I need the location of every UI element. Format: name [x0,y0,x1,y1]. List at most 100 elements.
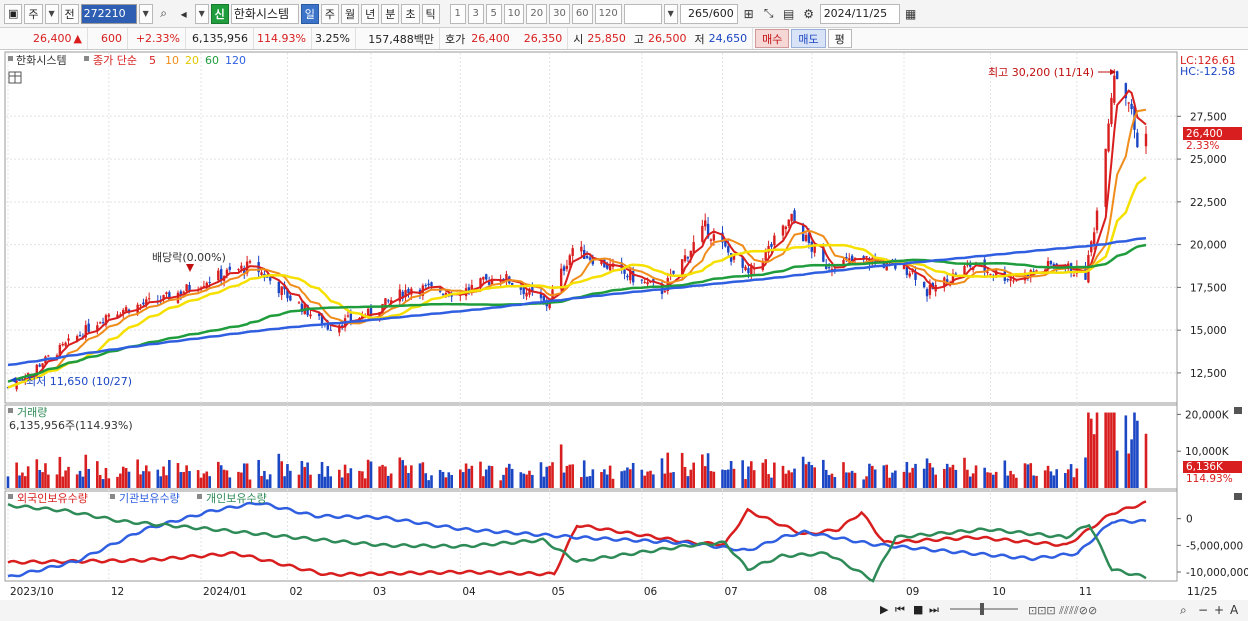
price-tick-label: 22,500 [1190,197,1227,209]
volume-bar [545,466,549,488]
volume-bar [827,475,831,488]
magnifier-icon[interactable]: ⌕ [1180,603,1187,617]
tab-period-week[interactable]: 주 [320,3,340,24]
volume-bar [830,473,834,488]
candle-body [1136,132,1139,148]
candle-body [525,292,528,297]
legend-ma10: 10 [165,54,179,67]
stock-code-input[interactable]: 272210 [80,3,137,24]
candle-body [441,293,445,295]
credit-badge: 신 [210,3,229,24]
custom-interval-input[interactable] [623,3,662,24]
candle-body [1104,148,1107,207]
prev-button[interactable]: 전 [60,3,79,24]
volume-bar [931,467,935,488]
holdings-marker-icon [197,494,202,499]
volume-tick-label: 20,000K [1185,409,1230,421]
bar-count-field[interactable]: 265/600 [679,3,738,24]
zoom-in-icon[interactable]: + [1214,603,1224,617]
scroll-right-icon[interactable]: ▶ [880,603,889,616]
scroll-first-icon[interactable]: ⏮ [895,603,905,616]
interval-button-20[interactable]: 20 [526,3,548,24]
period-select[interactable]: 주 [24,3,43,24]
interval-button-30[interactable]: 30 [549,3,570,24]
interval-button-10[interactable]: 10 [503,3,525,24]
eval-button[interactable]: 평 [827,29,852,48]
interval-button-60[interactable]: 60 [571,3,593,24]
sell-button[interactable]: 매도 [791,29,826,48]
high-label: 고 [633,32,644,46]
candle-body [280,286,283,296]
chart-zoom-icon[interactable]: ⊞ [740,4,758,24]
buy-button[interactable]: 매수 [755,29,790,48]
calendar-icon[interactable]: ▦ [902,4,920,24]
volume-bar [1009,470,1012,488]
x-tick-label: 04 [462,586,476,598]
volume-bar [386,475,390,488]
volume-bar [770,477,773,488]
speaker-dropdown-icon[interactable]: ▼ [194,3,209,24]
search-icon[interactable]: ⌕ [155,4,173,24]
code-dropdown-icon[interactable]: ▼ [138,3,153,24]
volume-bar [15,462,18,488]
volume-bar [922,468,926,488]
chart-window-icon[interactable]: ▣ [4,3,23,24]
volume-bar [605,474,609,488]
draw-tool-icon[interactable]: ⤡ [760,4,778,24]
volume-bar [842,462,845,488]
volume-ratio: 114.93% [254,28,312,49]
volume-bar [182,471,186,488]
save-icon[interactable]: ▤ [780,4,798,24]
candle-body [47,355,50,357]
volume-bar [410,465,413,488]
volume-bar [430,475,433,488]
candle-body [467,287,471,291]
top-toolbar: ▣ 주 ▼ 전 272210 ▼ ⌕ ◂ ▼ 신 한화시스템 일 주 월 년 분… [0,0,1248,28]
interval-button-120[interactable]: 120 [594,3,622,24]
candle-body [482,276,485,280]
interval-dropdown-icon[interactable]: ▼ [663,3,678,24]
candle-body [571,248,574,256]
open-label: 시 [573,32,584,46]
candle-body [124,307,128,312]
volume-bar [1113,412,1116,488]
date-field[interactable]: 2024/11/25 [819,3,900,24]
scroll-last-icon[interactable]: ⏭ [929,603,939,616]
zoom-out-icon[interactable]: − [1198,603,1208,617]
volume-bar [945,463,949,488]
stop-icon[interactable]: ■ [913,603,923,616]
tool-icons[interactable]: ⊡⊡⊡ ⫽⫽⫽⫽⊘⊘ [1028,604,1097,617]
price-tick-label: 27,500 [1190,111,1227,123]
tab-period-minute[interactable]: 분 [381,3,400,24]
holdings-panel-close-icon[interactable] [1234,493,1242,500]
volume-bar [263,470,266,488]
speaker-icon[interactable]: ◂ [175,4,193,24]
interval-button-3[interactable]: 3 [467,3,484,24]
volume-bar [853,472,857,488]
tab-period-month[interactable]: 월 [341,3,360,24]
tab-period-tick[interactable]: 틱 [421,3,440,24]
volume-bar [908,472,912,488]
candle-body [1127,102,1130,104]
volume-bar [1075,468,1079,488]
candle-body [87,323,90,332]
volume-bar [1012,474,1015,488]
tab-period-year[interactable]: 년 [361,3,380,24]
tab-period-day[interactable]: 일 [300,3,319,24]
zoom-slider-thumb[interactable] [980,603,984,615]
interval-button-1[interactable]: 1 [449,3,466,24]
tab-period-second[interactable]: 초 [401,3,420,24]
volume-bar [692,462,695,488]
volume-bar [205,471,209,488]
volume-panel-close-icon[interactable] [1234,407,1242,414]
stock-chart[interactable]: 27,500 25,000 22,500 20,000 17,500 15,000 12,5… [0,50,1248,621]
volume-bar [96,461,99,488]
volume-bar [1084,457,1087,488]
interval-button-5[interactable]: 5 [485,3,502,24]
font-size-icon[interactable]: A [1230,603,1239,617]
gear-icon[interactable]: ⚙ [800,4,818,24]
candle-body [813,246,816,253]
volume-bar [672,472,675,488]
volume-bar [628,469,632,488]
period-dropdown-icon[interactable]: ▼ [44,3,59,24]
